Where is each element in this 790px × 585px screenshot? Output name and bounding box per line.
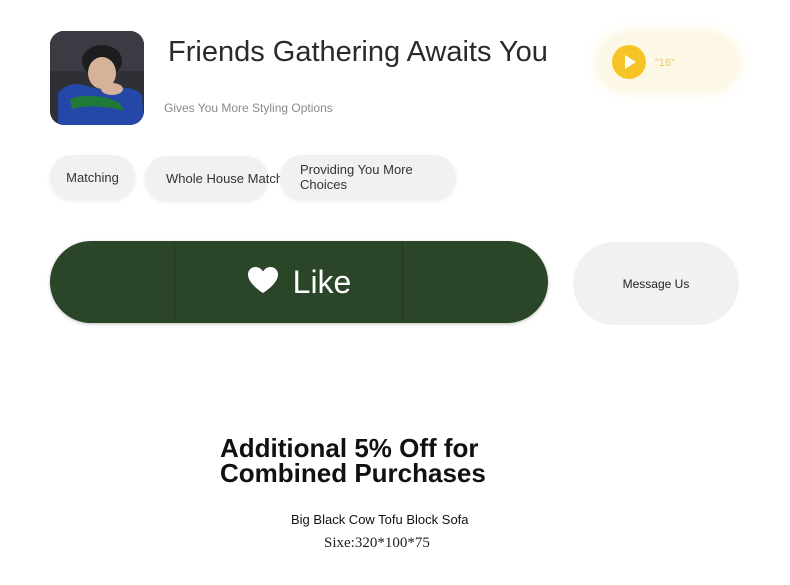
tag-matching[interactable]: Matching bbox=[50, 155, 135, 199]
avatar bbox=[50, 31, 144, 125]
button-divider bbox=[174, 241, 175, 323]
button-divider bbox=[402, 241, 403, 323]
product-name: Big Black Cow Tofu Block Sofa bbox=[291, 512, 469, 527]
tag-label: Matching bbox=[66, 169, 119, 185]
avatar-image bbox=[50, 31, 144, 125]
page-subtitle: Gives You More Styling Options bbox=[164, 101, 333, 115]
product-size: Sixe:320*100*75 bbox=[324, 535, 430, 551]
audio-duration: "16" bbox=[655, 57, 676, 69]
play-icon[interactable] bbox=[612, 45, 646, 79]
tag-whole-house-matching[interactable]: Whole House Matching bbox=[145, 156, 300, 200]
page-title: Friends Gathering Awaits You bbox=[168, 36, 548, 68]
audio-player[interactable]: "16" bbox=[598, 34, 738, 90]
tag-label: Providing You More Choices bbox=[300, 162, 413, 192]
message-us-label: Message Us bbox=[622, 276, 690, 291]
tag-more-choices[interactable]: Providing You More Choices bbox=[280, 155, 456, 199]
like-label: Like bbox=[292, 263, 352, 300]
heart-icon bbox=[247, 267, 278, 293]
promo-headline: Additional 5% Off for Combined Purchases bbox=[220, 433, 486, 488]
like-button[interactable]: Like bbox=[50, 241, 548, 323]
message-us-button[interactable]: Message Us bbox=[573, 242, 739, 325]
